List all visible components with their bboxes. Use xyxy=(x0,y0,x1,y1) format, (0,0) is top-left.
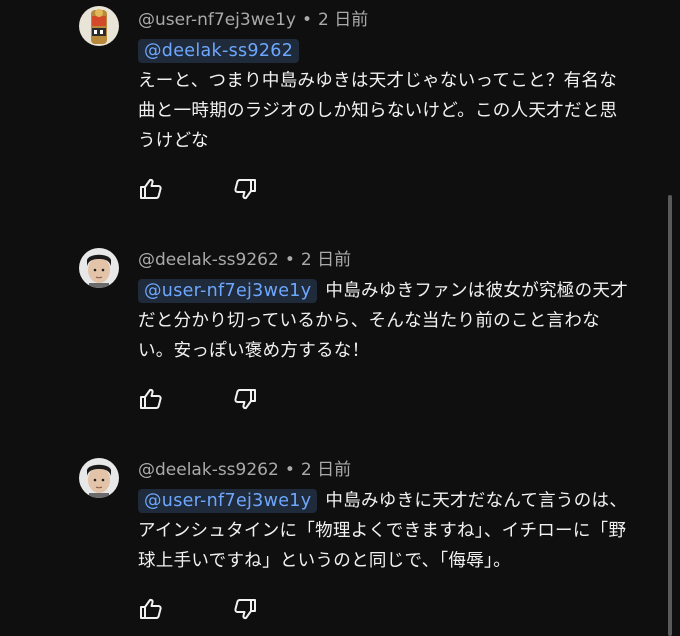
thumb-up-icon xyxy=(140,598,162,619)
like-button[interactable] xyxy=(138,177,164,201)
comment-author[interactable]: @user-nf7ej3we1y xyxy=(138,10,296,30)
comment-body: @deelak-ss9262 えーと、つまり中島みゆきは天才じゃないってこと？有… xyxy=(138,36,633,156)
dislike-button[interactable] xyxy=(232,597,258,621)
figurine-avatar-icon xyxy=(79,6,119,46)
comment-meta: @user-nf7ej3we1y • 2 日前 xyxy=(138,9,368,31)
dislike-button[interactable] xyxy=(232,177,258,201)
meta-separator: • xyxy=(284,460,295,480)
face-photo-avatar-icon xyxy=(79,248,119,288)
comment-time[interactable]: 2 日前 xyxy=(301,250,351,270)
comment-meta: @deelak-ss9262 • 2 日前 xyxy=(138,249,351,271)
meta-separator: • xyxy=(284,250,295,270)
comment-author[interactable]: @deelak-ss9262 xyxy=(138,460,279,480)
comment-author[interactable]: @deelak-ss9262 xyxy=(138,250,279,270)
mention-link[interactable]: @user-nf7ej3we1y xyxy=(138,489,318,513)
comment-body: @user-nf7ej3we1y 中島みゆきファンは彼女が究極の天才だと分かり切っ… xyxy=(138,276,633,366)
thumb-down-icon xyxy=(234,179,256,200)
comment-text: えーと、つまり中島みゆきは天才じゃないってこと？有名な曲と一時期のラジオのしか知… xyxy=(138,71,618,151)
thumb-up-icon xyxy=(140,388,162,409)
scrollbar[interactable] xyxy=(668,195,672,636)
mention-link[interactable]: @deelak-ss9262 xyxy=(138,39,300,63)
comment-time[interactable]: 2 日前 xyxy=(318,10,368,30)
like-button[interactable] xyxy=(138,387,164,411)
face-photo-avatar-icon xyxy=(79,458,119,498)
comment-meta: @deelak-ss9262 • 2 日前 xyxy=(138,459,351,481)
thumb-down-icon xyxy=(234,599,256,620)
like-button[interactable] xyxy=(138,597,164,621)
comment-time[interactable]: 2 日前 xyxy=(301,460,351,480)
dislike-button[interactable] xyxy=(232,387,258,411)
thumb-up-icon xyxy=(140,178,162,199)
avatar[interactable] xyxy=(79,248,119,288)
mention-link[interactable]: @user-nf7ej3we1y xyxy=(138,279,318,303)
comment-body: @user-nf7ej3we1y 中島みゆきに天才だなんて言うのは、アインシュタイ… xyxy=(138,486,633,576)
thumb-down-icon xyxy=(234,389,256,410)
avatar[interactable] xyxy=(79,6,119,46)
meta-separator: • xyxy=(301,10,312,30)
avatar[interactable] xyxy=(79,458,119,498)
